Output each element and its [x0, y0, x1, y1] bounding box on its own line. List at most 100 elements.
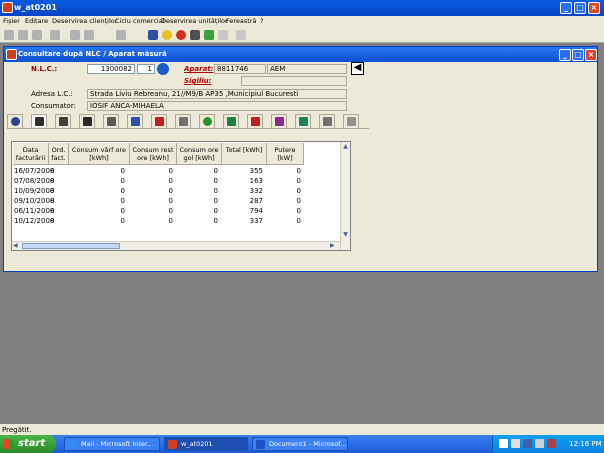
- taskbar-item-document[interactable]: Document1 - Microsof...: [252, 437, 348, 451]
- redo-icon[interactable]: [32, 30, 42, 40]
- mail-icon[interactable]: [236, 30, 246, 40]
- table-cell[interactable]: 0: [50, 166, 68, 176]
- network-icon[interactable]: [499, 439, 508, 448]
- table-cell[interactable]: 0: [69, 166, 125, 176]
- form-close-icon[interactable]: ×: [585, 49, 597, 61]
- table-cell[interactable]: 0: [130, 206, 173, 216]
- tab-editare[interactable]: [319, 114, 335, 128]
- table-cell[interactable]: 0: [177, 196, 218, 206]
- menu-item-units[interactable]: Deservirea unităților: [161, 17, 228, 25]
- form-title-bar[interactable]: Consultare după NLC / Aparat măsură _ □ …: [4, 47, 597, 62]
- menu-item-help[interactable]: ?: [260, 17, 263, 25]
- table-cell[interactable]: 10/09/2008: [14, 186, 54, 196]
- col-header-varf[interactable]: Consum vârf ore [kWh]: [69, 143, 130, 165]
- table-cell[interactable]: 332: [222, 186, 263, 196]
- app-title-bar[interactable]: w_at0201 _ □ ×: [0, 0, 604, 16]
- confirm-icon[interactable]: [157, 63, 169, 75]
- table-cell[interactable]: 0: [50, 206, 68, 216]
- table-cell[interactable]: 0: [130, 186, 173, 196]
- table-cell[interactable]: 0: [177, 216, 218, 226]
- col-header-total[interactable]: Total [kWh]: [222, 143, 267, 165]
- tools-icon[interactable]: [218, 30, 228, 40]
- table-cell[interactable]: 10/12/2008: [14, 216, 54, 226]
- stop-icon[interactable]: [176, 30, 186, 40]
- table-cell[interactable]: 355: [222, 166, 263, 176]
- tab-facturi[interactable]: [223, 114, 239, 128]
- table-cell[interactable]: 0: [130, 166, 173, 176]
- table-cell[interactable]: 0: [69, 206, 125, 216]
- col-header-putere[interactable]: Putere [kW]: [267, 143, 304, 165]
- new-icon[interactable]: [4, 30, 14, 40]
- table-cell[interactable]: 0: [267, 216, 301, 226]
- table-cell[interactable]: 287: [222, 196, 263, 206]
- vertical-scrollbar[interactable]: ▲ ▼: [340, 142, 350, 250]
- menu-item-commercial[interactable]: Ciclu comercial: [115, 17, 165, 25]
- display-icon[interactable]: [511, 439, 520, 448]
- table-cell[interactable]: 0: [267, 206, 301, 216]
- col-header-rest[interactable]: Consum rest ore [kWh]: [130, 143, 177, 165]
- volume-icon[interactable]: [535, 439, 544, 448]
- tab-avarii[interactable]: [175, 114, 191, 128]
- nlc-seq-input[interactable]: 1: [137, 64, 155, 74]
- tab-istoric[interactable]: [343, 114, 359, 128]
- tab-rapoarte[interactable]: [271, 114, 287, 128]
- smiley-icon[interactable]: [162, 30, 172, 40]
- form-maximize-icon[interactable]: □: [572, 49, 584, 61]
- table-cell[interactable]: 163: [222, 176, 263, 186]
- table-cell[interactable]: 0: [69, 216, 125, 226]
- menu-item-clients[interactable]: Deservirea clienților: [52, 17, 117, 25]
- menu-item-window[interactable]: Fereastră: [226, 17, 257, 25]
- tab-debite[interactable]: [247, 114, 263, 128]
- table-cell[interactable]: 0: [69, 176, 125, 186]
- table-cell[interactable]: 0: [50, 186, 68, 196]
- undo-icon[interactable]: [18, 30, 28, 40]
- tab-sigilii[interactable]: [103, 114, 119, 128]
- nlc-input[interactable]: 1300082: [87, 64, 135, 74]
- consumption-table[interactable]: Data facturării Ord. fact. Consum vârf o…: [11, 141, 351, 251]
- table-cell[interactable]: 0: [177, 176, 218, 186]
- scroll-down-icon[interactable]: ▼: [342, 231, 349, 239]
- tab-plati[interactable]: [127, 114, 143, 128]
- menu-item-file[interactable]: Fișier: [3, 17, 20, 25]
- scroll-up-icon[interactable]: ▲: [342, 143, 349, 151]
- back-icon[interactable]: [70, 30, 80, 40]
- start-button[interactable]: start: [0, 435, 56, 453]
- table-cell[interactable]: 0: [267, 196, 301, 206]
- table-cell[interactable]: 0: [130, 176, 173, 186]
- forward-icon[interactable]: [84, 30, 94, 40]
- table-cell[interactable]: 0: [267, 176, 301, 186]
- table-cell[interactable]: 0: [50, 176, 68, 186]
- save-icon[interactable]: [50, 30, 60, 40]
- menu-item-edit[interactable]: Editare: [25, 17, 48, 25]
- col-header-data[interactable]: Data facturării: [13, 143, 49, 165]
- antivirus-icon[interactable]: [523, 439, 532, 448]
- table-cell[interactable]: 0: [177, 186, 218, 196]
- table-cell[interactable]: 0: [267, 186, 301, 196]
- tab-verificari[interactable]: [199, 114, 215, 128]
- phone-icon[interactable]: [190, 30, 200, 40]
- delete-icon[interactable]: [116, 30, 126, 40]
- users-icon[interactable]: [148, 30, 158, 40]
- taskbar-item-app[interactable]: w_at0201: [164, 437, 248, 451]
- table-cell[interactable]: 337: [222, 216, 263, 226]
- tab-locuinta[interactable]: [151, 114, 167, 128]
- tab-consum[interactable]: [31, 114, 47, 128]
- scroll-left-icon[interactable]: ◀: [13, 242, 18, 249]
- table-cell[interactable]: 0: [177, 166, 218, 176]
- table-cell[interactable]: 0: [130, 216, 173, 226]
- close-icon[interactable]: ×: [588, 2, 600, 14]
- maximize-icon[interactable]: □: [574, 2, 586, 14]
- clock[interactable]: 12:16 PM: [569, 440, 602, 448]
- form-minimize-icon[interactable]: _: [559, 49, 571, 61]
- table-cell[interactable]: 06/11/2008: [14, 206, 54, 216]
- table-cell[interactable]: 0: [69, 186, 125, 196]
- tab-grafic[interactable]: [295, 114, 311, 128]
- horizontal-scrollbar[interactable]: ◀ ▶: [12, 241, 340, 250]
- tree-icon[interactable]: [204, 30, 214, 40]
- table-cell[interactable]: 0: [177, 206, 218, 216]
- col-header-gol[interactable]: Consum ore gol [kWh]: [177, 143, 222, 165]
- table-cell[interactable]: 0: [50, 216, 68, 226]
- table-cell[interactable]: 0: [267, 166, 301, 176]
- table-cell[interactable]: 09/10/2008: [14, 196, 54, 206]
- tab-indexuri[interactable]: [79, 114, 95, 128]
